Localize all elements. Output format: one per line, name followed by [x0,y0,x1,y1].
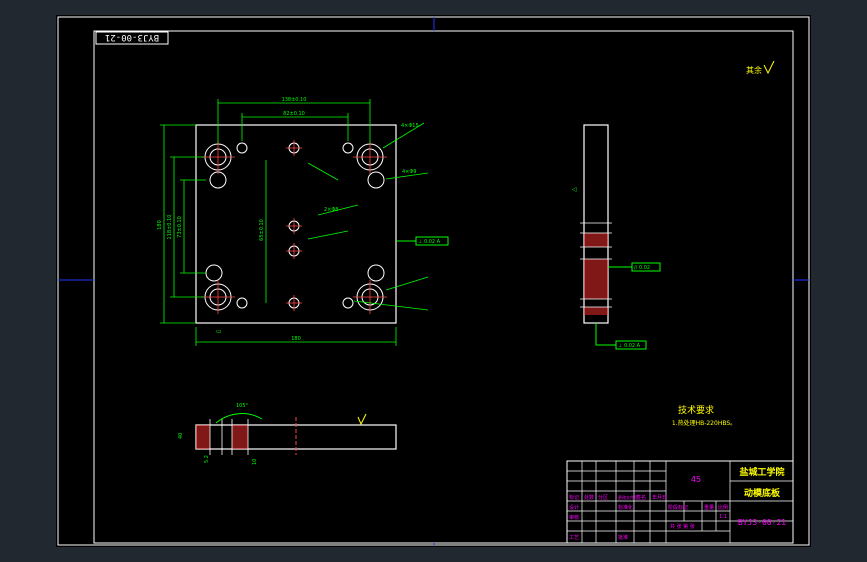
side-hatch-3 [584,307,608,315]
stage-label: 阶段标记 [668,504,688,511]
title-block: 45 盐城工学院 动模底板 BYJ3-00-21 标记 处数 分区 更改文件号 … [566,460,794,544]
roughness-section-icon [357,413,367,426]
side-hatch-1 [584,233,608,247]
dim-angle: 105° [236,403,249,409]
dim-thickness: 40 [178,433,184,439]
tech-req-item: 1.热处理HB-220HBS。 [672,419,736,427]
dim-depth-a: 5.2 [204,455,210,463]
row-label-count: 处数 [584,494,594,501]
code-stamp: BYJ3-00-21 [105,32,159,42]
drawing-number: BYJ3-00-21 [738,518,786,527]
dim-overall-width: 180 [291,336,301,342]
datum-marker: ▭ [216,328,222,335]
dim-y1: 118±0.10 [167,215,173,240]
scale-value: 1:1 [719,514,727,520]
scale-label: 比例 [718,504,728,511]
dim-x2: 82±0.10 [283,111,305,117]
dim-overall-height: 180 [157,220,163,230]
section-hatch-2 [232,425,248,449]
side-view: // 0.02 ⊥ 0.02 A ◁ [572,124,661,350]
gdt-side-2: ⊥ 0.02 A [618,343,641,349]
process-label: 工艺 [569,535,579,541]
sheet-label: 共 张 第 张 [670,523,695,530]
gdt-front: ⊥ 0.02 A [418,239,441,245]
dim-counterbore: 4×Φ15 [401,123,419,129]
row-label-zone: 分区 [598,494,608,501]
dim-y3: 65±0.10 [259,219,265,241]
drawing-sheet: BYJ3-00-21 其余 138±0.10 82±0.10 180 118±0… [56,15,811,547]
dim-small-hole: 4×Φ9 [402,169,417,175]
side-hatch-2 [584,259,608,299]
std-label: 标准化 [618,504,633,511]
gdt-side-1: // 0.02 [634,265,650,271]
gdt-leader-side-2 [595,323,616,346]
front-view: 138±0.10 82±0.10 180 118±0.10 73±0.10 65… [157,97,449,346]
dim-y2: 73±0.10 [177,216,183,238]
design-label: 设计 [569,504,579,511]
drawing-canvas: BYJ3-00-21 其余 138±0.10 82±0.10 180 118±0… [57,16,810,546]
part-name: 动模底板 [744,487,781,499]
roughness-note: 其余 [746,65,762,75]
roughness-symbol-icon [763,60,775,75]
school-name: 盐城工学院 [739,466,784,478]
inner-frame [93,30,794,544]
section-hatch-1 [196,425,210,449]
dim-pin-hole: 2×Φ8 [324,207,339,213]
outer-frame [57,16,810,546]
weight-label: 重量 [704,504,714,511]
review-label: 审核 [569,514,579,521]
approve-label: 批准 [618,534,628,541]
tech-req-title: 技术要求 [678,404,714,416]
row-label-sign: 签名 [636,494,646,501]
datum-side: ◁ [572,186,577,193]
section-view: 105° 40 5.2 10 [178,403,397,465]
material: 45 [691,475,701,484]
angle-arc [215,413,263,424]
dim-x1: 138±0.10 [282,97,307,103]
dim-depth-b: 10 [252,459,258,465]
row-label-change: 更改文件号 [618,494,638,500]
row-label-mark: 标记 [569,494,579,501]
row-label-date: 年月日 [652,494,667,501]
